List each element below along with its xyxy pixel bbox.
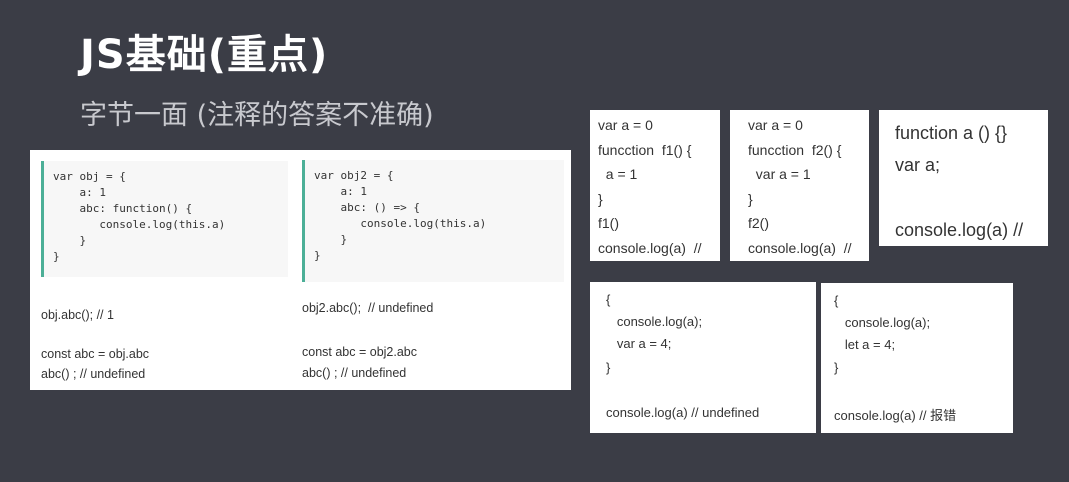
code-line: } bbox=[748, 191, 753, 207]
code-line: } bbox=[834, 360, 839, 375]
code-line: } bbox=[53, 234, 87, 247]
code-line: abc: () => { bbox=[314, 201, 420, 214]
code-line: console.log(a) // bbox=[598, 240, 702, 256]
code-line: let a = 4; bbox=[834, 337, 896, 352]
code-line: console.log(a) // undefined bbox=[606, 405, 760, 420]
obj-result-text: abc() ; // undefined bbox=[41, 367, 146, 381]
code-line: var a = 0 bbox=[598, 117, 653, 133]
f2-code-card: var a = 0 funcction f2() { var a = 1 } f… bbox=[730, 110, 869, 261]
code-line: } bbox=[314, 233, 348, 246]
code-line: console.log(a); bbox=[606, 314, 703, 329]
obj2-code-block: var obj2 = { a: 1 abc: () => { console.l… bbox=[302, 160, 564, 282]
code-line: console.log(a); bbox=[834, 315, 931, 330]
slide-title: JS基础(重点) bbox=[80, 32, 329, 78]
code-line: console.log(a) // bbox=[748, 240, 852, 256]
let-block-code-card: { console.log(a); let a = 4; } console.l… bbox=[821, 283, 1013, 433]
f1-code-card: var a = 0 funcction f1() { a = 1 } f1() … bbox=[590, 110, 720, 261]
code-line: a = 1 bbox=[598, 166, 638, 182]
var-block-code-card: { console.log(a); var a = 4; } console.l… bbox=[590, 282, 816, 433]
code-line: var obj2 = { bbox=[314, 169, 394, 182]
code-line: console.log(this.a) bbox=[53, 218, 226, 231]
slide-subtitle: 字节一面 (注释的答案不准确) bbox=[80, 100, 434, 131]
code-line: console.log(a) // bbox=[895, 220, 1024, 240]
code-line: var a = 0 bbox=[748, 117, 803, 133]
code-line: f1() bbox=[598, 215, 619, 231]
code-line: var a = 1 bbox=[748, 166, 811, 182]
code-line: var a; bbox=[895, 155, 941, 175]
hoisting-code-card: function a () {} var a; console.log(a) /… bbox=[879, 110, 1048, 246]
code-line: } bbox=[53, 250, 60, 263]
code-line: a: 1 bbox=[53, 186, 106, 199]
obj-const-text: const abc = obj.abc bbox=[41, 347, 150, 361]
code-line: abc: function() { bbox=[53, 202, 193, 215]
code-line: } bbox=[314, 249, 321, 262]
this-binding-example-panel: var obj = { a: 1 abc: function() { conso… bbox=[30, 150, 571, 390]
code-line: var a = 4; bbox=[606, 336, 672, 351]
code-line: { bbox=[834, 293, 839, 308]
code-line: } bbox=[606, 360, 611, 375]
code-line: } bbox=[598, 191, 603, 207]
code-line: f2() bbox=[748, 215, 769, 231]
obj-code-block: var obj = { a: 1 abc: function() { conso… bbox=[41, 161, 288, 277]
obj2-call-text: obj2.abc(); // undefined bbox=[302, 301, 434, 315]
code-line: console.log(a) // 报错 bbox=[834, 408, 957, 423]
code-line: funcction f2() { bbox=[748, 142, 842, 158]
code-line: var obj = { bbox=[53, 170, 126, 183]
code-line: { bbox=[606, 292, 611, 307]
obj2-const-text: const abc = obj2.abc bbox=[302, 345, 418, 359]
obj-call-text: obj.abc(); // 1 bbox=[41, 308, 114, 322]
code-line: function a () {} bbox=[895, 123, 1008, 143]
obj2-result-text: abc() ; // undefined bbox=[302, 366, 407, 380]
code-line: a: 1 bbox=[314, 185, 367, 198]
code-line: console.log(this.a) bbox=[314, 217, 487, 230]
code-line: funcction f1() { bbox=[598, 142, 692, 158]
